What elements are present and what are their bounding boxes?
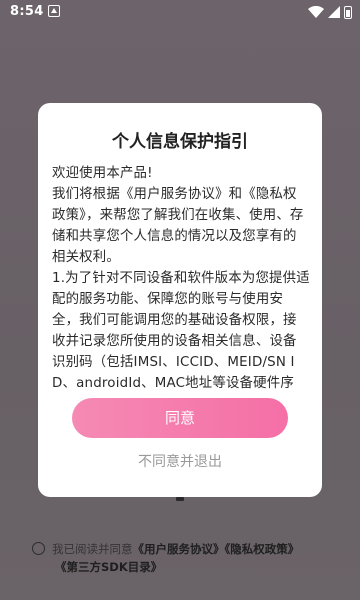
privacy-policy-link[interactable]: 《隐私权政策》 (225, 542, 300, 556)
agree-radio[interactable] (32, 542, 45, 555)
agreement-line-1: 我已阅读并同意《用户服务协议》《隐私权政策》 (52, 540, 299, 558)
disagree-exit-button[interactable]: 不同意并退出 (38, 451, 322, 471)
battery-icon (344, 5, 352, 19)
cell-signal-icon (328, 6, 340, 18)
app-notification-icon (48, 5, 60, 17)
agreement-line-2: 《第三方SDK目录》 (55, 558, 162, 576)
wifi-icon (308, 6, 324, 18)
dialog-title: 个人信息保护指引 (112, 132, 248, 152)
status-icons (308, 4, 352, 20)
background-indicator (176, 497, 184, 501)
service-agreement-link[interactable]: 《用户服务协议》 (133, 542, 225, 556)
agreement-prefix: 我已阅读并同意 (52, 542, 133, 556)
agree-button[interactable]: 同意 (72, 398, 288, 438)
privacy-dialog: 个人信息保护指引 欢迎使用本产品! 我们将根据《用户服务协议》和《隐私权政策》，… (38, 103, 322, 497)
sdk-list-link[interactable]: 《第三方SDK目录》 (55, 560, 162, 574)
dialog-body-text: 欢迎使用本产品! 我们将根据《用户服务协议》和《隐私权政策》，来帮您了解我们在收… (52, 166, 310, 391)
status-bar: 8:54 (0, 0, 360, 24)
status-time: 8:54 (10, 4, 44, 19)
